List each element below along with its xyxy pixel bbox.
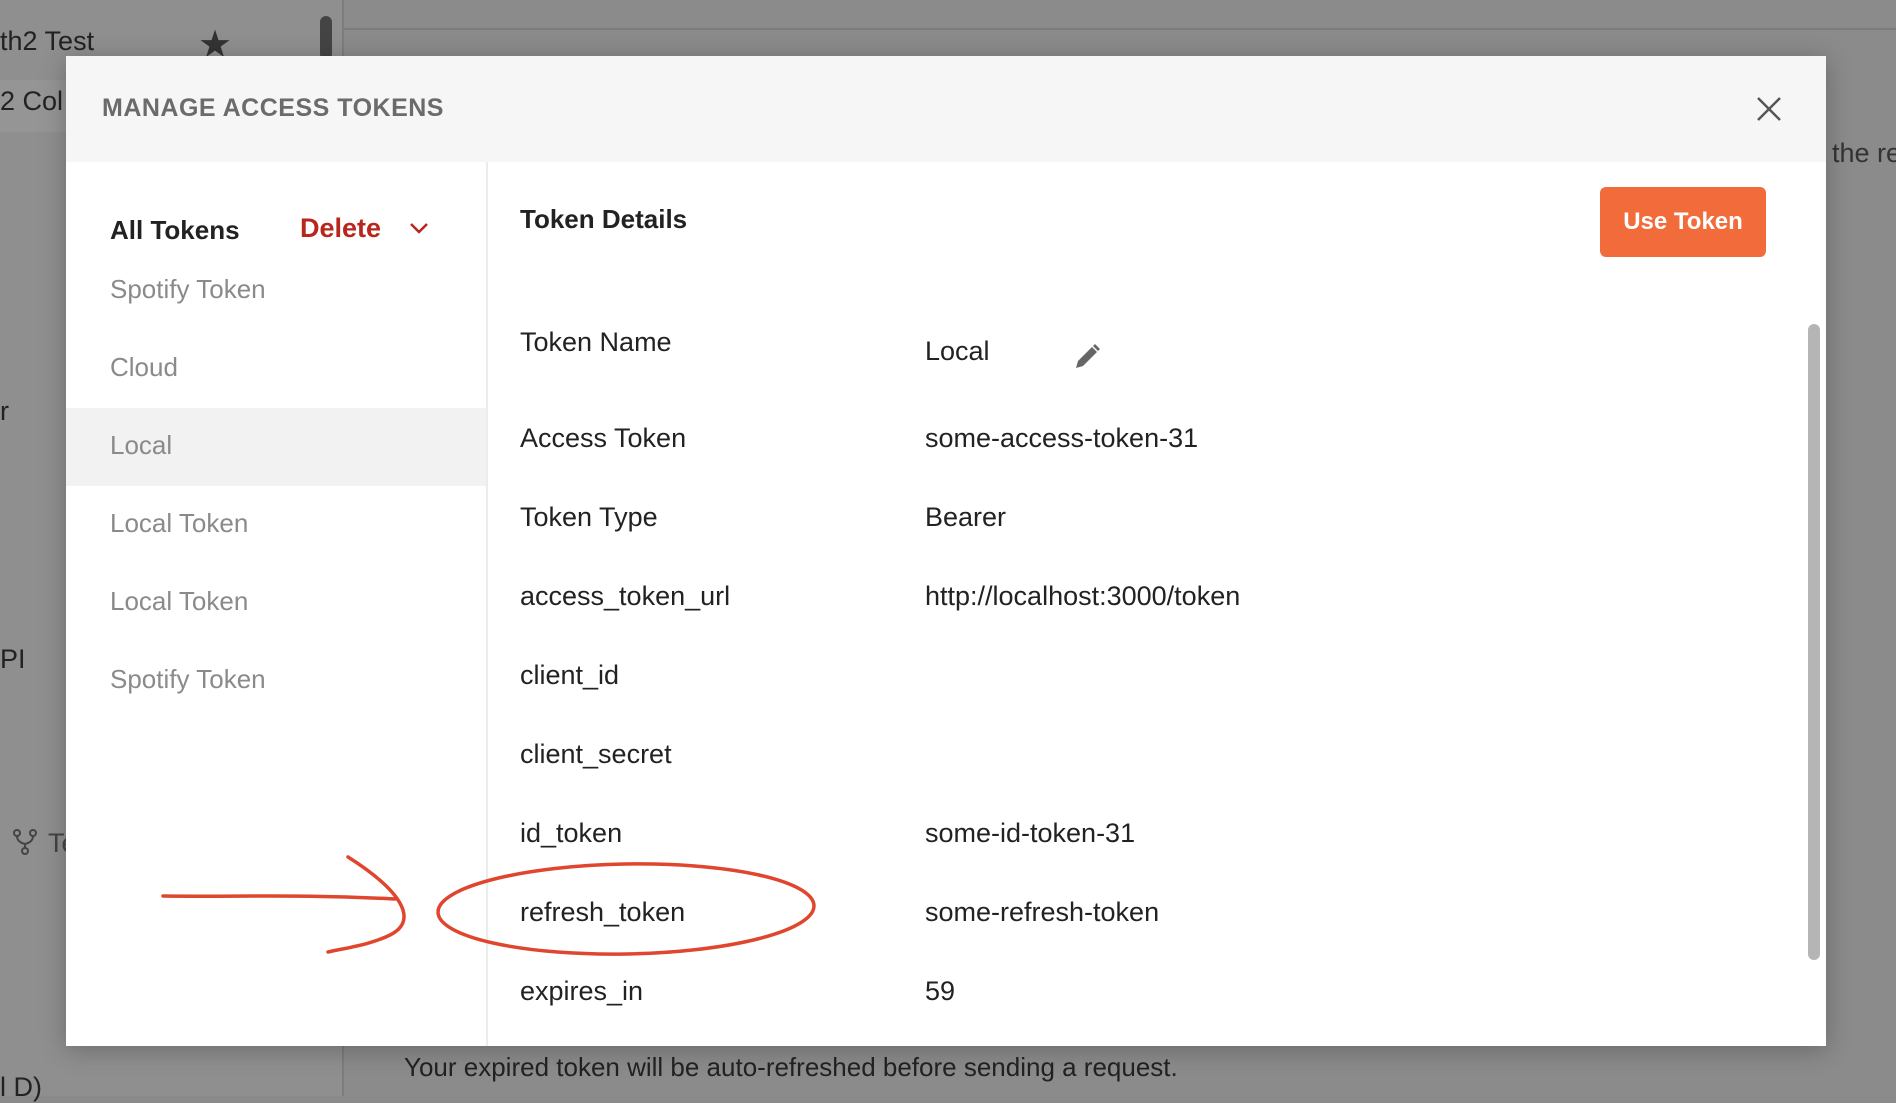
auto-refresh-note: Your expired token will be auto-refreshe…	[404, 1052, 1178, 1082]
fork-icon	[13, 829, 37, 855]
pencil-icon[interactable]	[1072, 342, 1102, 372]
modal-header: MANAGE ACCESS TOKENS	[66, 56, 1826, 162]
background-divider	[344, 28, 1896, 30]
token-list-item[interactable]: Local Token	[66, 486, 486, 564]
detail-label-client-secret: client_secret	[520, 739, 672, 769]
detail-label-client-id: client_id	[520, 660, 620, 690]
use-token-button[interactable]: Use Token	[1600, 187, 1766, 257]
close-icon[interactable]	[1752, 92, 1786, 126]
detail-label-access-token: Access Token	[520, 423, 687, 453]
token-list-item[interactable]: Cloud	[66, 330, 486, 408]
token-list-item[interactable]: Spotify Token	[66, 252, 486, 330]
detail-value-token-name: Local	[925, 336, 990, 366]
bg-main-text: the re	[1832, 138, 1896, 168]
detail-label-id-token: id_token	[520, 818, 623, 848]
detail-label-access-token-url: access_token_url	[520, 581, 731, 611]
detail-value-refresh-token: some-refresh-token	[925, 897, 1160, 927]
details-scrollbar[interactable]	[1808, 324, 1820, 960]
token-details-title: Token Details	[520, 204, 688, 234]
detail-value-access-token-url: http://localhost:3000/token	[925, 581, 1241, 611]
bg-sidebar-text-3: r	[0, 396, 9, 426]
token-list-item-selected[interactable]: Local	[66, 408, 486, 486]
detail-label-refresh-token: refresh_token	[520, 897, 686, 927]
detail-value-expires-in: 59	[925, 976, 956, 1006]
bg-sidebar-text-4: PI	[0, 644, 26, 674]
bg-collection-name-1: th2 Test	[0, 26, 95, 56]
token-details-pane: Token Details Use Token Token Name Local…	[488, 162, 1826, 1046]
manage-access-tokens-modal: MANAGE ACCESS TOKENS All Tokens Delete S…	[66, 56, 1826, 1046]
token-list-pane: All Tokens Delete Spotify Token Cloud Lo…	[66, 162, 488, 1046]
detail-value-id-token: some-id-token-31	[925, 818, 1136, 848]
detail-value-access-token: some-access-token-31	[925, 423, 1199, 453]
detail-label-token-type: Token Type	[520, 502, 658, 532]
token-list-item[interactable]: Local Token	[66, 564, 486, 642]
bg-collection-name-2: 2 Col	[0, 86, 64, 116]
all-tokens-label: All Tokens	[110, 215, 240, 245]
token-list-item[interactable]: Spotify Token	[66, 642, 486, 720]
chevron-down-icon[interactable]	[408, 220, 430, 236]
background-scrollbar	[320, 16, 332, 60]
detail-label-token-name: Token Name	[520, 327, 672, 357]
bg-sidebar-text-6: l D)	[0, 1072, 42, 1102]
modal-title: MANAGE ACCESS TOKENS	[102, 94, 444, 122]
detail-label-expires-in: expires_in	[520, 976, 644, 1006]
delete-button[interactable]: Delete	[300, 213, 381, 244]
detail-value-token-type: Bearer	[925, 502, 1007, 532]
